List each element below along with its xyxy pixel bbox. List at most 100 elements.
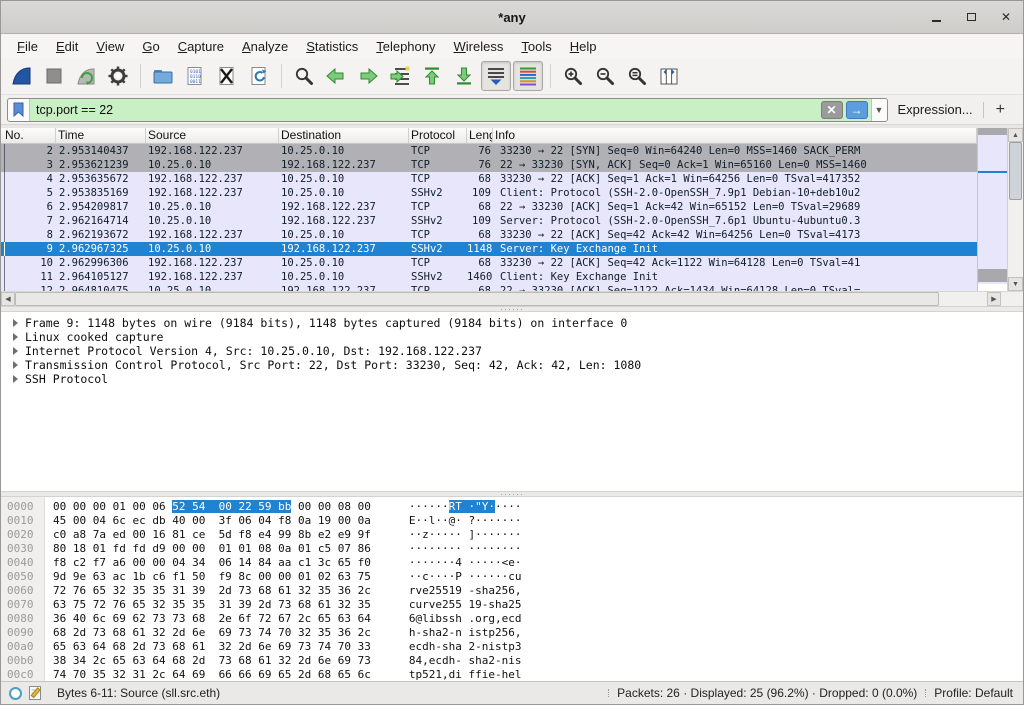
column-header-protocol[interactable]: Protocol	[409, 128, 467, 143]
hex-bytes[interactable]: 9d 9e 63 ac 1b c6 f1 50 f9 8c 00 00 01 0…	[53, 570, 371, 584]
start-capture-button[interactable]	[7, 61, 37, 91]
detail-line[interactable]: Internet Protocol Version 4, Src: 10.25.…	[1, 344, 1023, 358]
hex-ascii[interactable]: ··c····P ······cu	[409, 570, 522, 584]
go-first-button[interactable]	[417, 61, 447, 91]
column-header-time[interactable]: Time	[56, 128, 146, 143]
hex-row[interactable]: 0090 68 2d 73 68 61 32 2d 6e 69 73 74 70…	[1, 626, 1023, 640]
go-forward-button[interactable]	[353, 61, 383, 91]
zoom-normal-button[interactable]	[622, 61, 652, 91]
column-header-source[interactable]: Source	[146, 128, 279, 143]
go-last-button[interactable]	[449, 61, 479, 91]
hex-row[interactable]: 0010 45 00 04 6c ec db 40 00 3f 06 04 f8…	[1, 514, 1023, 528]
scroll-down-button[interactable]: ▼	[1008, 277, 1023, 291]
menu-item[interactable]: Edit	[48, 36, 86, 57]
vscroll-thumb[interactable]	[1009, 142, 1022, 200]
add-filter-button[interactable]: +	[984, 101, 1017, 119]
menu-item[interactable]: Go	[134, 36, 167, 57]
hex-row[interactable]: 0040 f8 c2 f7 a6 00 00 04 34 06 14 84 aa…	[1, 556, 1023, 570]
hex-row[interactable]: 0080 36 40 6c 69 62 73 73 68 2e 6f 72 67…	[1, 612, 1023, 626]
hex-bytes[interactable]: 45 00 04 6c ec db 40 00 3f 06 04 f8 0a 1…	[53, 514, 371, 528]
expand-arrow-icon[interactable]	[13, 361, 18, 369]
hex-bytes[interactable]: 65 63 64 68 2d 73 68 61 32 2d 6e 69 73 7…	[53, 640, 371, 654]
hex-ascii[interactable]: rve25519 -sha256,	[409, 584, 522, 598]
menu-item[interactable]: Capture	[170, 36, 232, 57]
hex-row[interactable]: 00c0 74 70 35 32 31 2c 64 69 66 66 69 65…	[1, 668, 1023, 681]
filter-apply-button[interactable]: →	[846, 101, 868, 119]
packet-row[interactable]: 10 2.962996306 192.168.122.237 10.25.0.1…	[1, 256, 977, 270]
expand-arrow-icon[interactable]	[13, 319, 18, 327]
restart-capture-button[interactable]	[71, 61, 101, 91]
packet-row[interactable]: 8 2.962193672 192.168.122.237 10.25.0.10…	[1, 228, 977, 242]
hex-ascii[interactable]: E··l··@· ?·······	[409, 514, 522, 528]
reload-file-button[interactable]	[244, 61, 274, 91]
hex-row[interactable]: 0050 9d 9e 63 ac 1b c6 f1 50 f9 8c 00 00…	[1, 570, 1023, 584]
close-file-button[interactable]	[212, 61, 242, 91]
filter-input[interactable]	[30, 103, 821, 117]
hscroll-track[interactable]	[939, 292, 987, 306]
menu-item[interactable]: File	[9, 36, 46, 57]
packet-row[interactable]: 2 2.953140437 192.168.122.237 10.25.0.10…	[1, 144, 977, 158]
maximize-button[interactable]	[964, 10, 978, 24]
capture-options-button[interactable]	[103, 61, 133, 91]
column-header-length[interactable]: Length	[467, 128, 493, 143]
hex-ascii[interactable]: ··z····· ]·······	[409, 528, 522, 542]
expert-info-icon[interactable]	[9, 687, 22, 700]
open-file-button[interactable]	[148, 61, 178, 91]
menu-item[interactable]: Statistics	[298, 36, 366, 57]
auto-scroll-toggle[interactable]	[481, 61, 511, 91]
hex-bytes[interactable]: 38 34 2c 65 63 64 68 2d 73 68 61 32 2d 6…	[53, 654, 371, 668]
go-back-button[interactable]	[321, 61, 351, 91]
detail-line[interactable]: Frame 9: 1148 bytes on wire (9184 bits),…	[1, 316, 1023, 330]
status-profile[interactable]: Profile: Default	[934, 686, 1023, 700]
hex-ascii[interactable]: ecdh-sha 2-nistp3	[409, 640, 522, 654]
menu-item[interactable]: Telephony	[368, 36, 443, 57]
menu-item[interactable]: Analyze	[234, 36, 296, 57]
hex-ascii[interactable]: ······RT ·"Y·····	[409, 500, 522, 514]
detail-line[interactable]: Linux cooked capture	[1, 330, 1023, 344]
packet-row[interactable]: 4 2.953635672 192.168.122.237 10.25.0.10…	[1, 172, 977, 186]
filter-history-dropdown[interactable]: ▼	[871, 98, 887, 122]
detail-line[interactable]: Transmission Control Protocol, Src Port:…	[1, 358, 1023, 372]
hex-ascii[interactable]: ········ ········	[409, 542, 522, 556]
column-header-no[interactable]: No.	[1, 128, 56, 143]
hex-bytes[interactable]: 72 76 65 32 35 35 31 39 2d 73 68 61 32 3…	[53, 584, 371, 598]
hex-bytes[interactable]: c0 a8 7a ed 00 16 81 ce 5d f8 e4 99 8b e…	[53, 528, 371, 542]
hex-ascii[interactable]: 84,ecdh- sha2-nis	[409, 654, 522, 668]
scroll-up-button[interactable]: ▲	[1008, 128, 1023, 142]
hex-bytes[interactable]: 00 00 00 01 00 06 52 54 00 22 59 bb 00 0…	[53, 500, 371, 514]
packet-row[interactable]: 11 2.964105127 192.168.122.237 10.25.0.1…	[1, 270, 977, 284]
packet-list-vscrollbar[interactable]: ▲ ▼	[1007, 128, 1023, 291]
hex-ascii[interactable]: 6@libssh .org,ecd	[409, 612, 522, 626]
title-bar[interactable]: *any ✕	[1, 1, 1023, 34]
hex-row[interactable]: 0030 80 18 01 fd fd d9 00 00 01 01 08 0a…	[1, 542, 1023, 556]
hex-row[interactable]: 0020 c0 a8 7a ed 00 16 81 ce 5d f8 e4 99…	[1, 528, 1023, 542]
colorize-toggle[interactable]	[513, 61, 543, 91]
hex-bytes[interactable]: 63 75 72 76 65 32 35 35 31 39 2d 73 68 6…	[53, 598, 371, 612]
detail-line[interactable]: SSH Protocol	[1, 372, 1023, 386]
hex-row[interactable]: 0070 63 75 72 76 65 32 35 35 31 39 2d 73…	[1, 598, 1023, 612]
hscroll-thumb[interactable]	[15, 292, 939, 306]
expression-button[interactable]: Expression...	[888, 102, 983, 117]
column-header-destination[interactable]: Destination	[279, 128, 409, 143]
hex-ascii[interactable]: h-sha2-n istp256,	[409, 626, 522, 640]
hex-row[interactable]: 0000 00 00 00 01 00 06 52 54 00 22 59 bb…	[1, 500, 1023, 514]
find-packet-button[interactable]	[289, 61, 319, 91]
zoom-in-button[interactable]	[558, 61, 588, 91]
go-to-packet-button[interactable]	[385, 61, 415, 91]
packet-minimap[interactable]	[977, 128, 1007, 291]
hex-row[interactable]: 0060 72 76 65 32 35 35 31 39 2d 73 68 61…	[1, 584, 1023, 598]
capture-comment-icon[interactable]	[28, 685, 43, 701]
filter-clear-button[interactable]: ✕	[821, 101, 843, 119]
minimize-button[interactable]	[929, 10, 943, 24]
menu-item[interactable]: Tools	[513, 36, 559, 57]
menu-item[interactable]: Help	[562, 36, 605, 57]
packet-row[interactable]: 3 2.953621239 10.25.0.10 192.168.122.237…	[1, 158, 977, 172]
display-filter-field[interactable]: ✕ → ▼	[7, 98, 888, 122]
hex-row[interactable]: 00b0 38 34 2c 65 63 64 68 2d 73 68 61 32…	[1, 654, 1023, 668]
resize-columns-button[interactable]	[654, 61, 684, 91]
scroll-right-button[interactable]: ▶	[987, 292, 1001, 306]
packet-row[interactable]: 7 2.962164714 10.25.0.10 192.168.122.237…	[1, 214, 977, 228]
packet-row[interactable]: 9 2.962967325 10.25.0.10 192.168.122.237…	[1, 242, 977, 256]
close-button[interactable]: ✕	[999, 10, 1013, 24]
hex-bytes[interactable]: 80 18 01 fd fd d9 00 00 01 01 08 0a 01 c…	[53, 542, 371, 556]
